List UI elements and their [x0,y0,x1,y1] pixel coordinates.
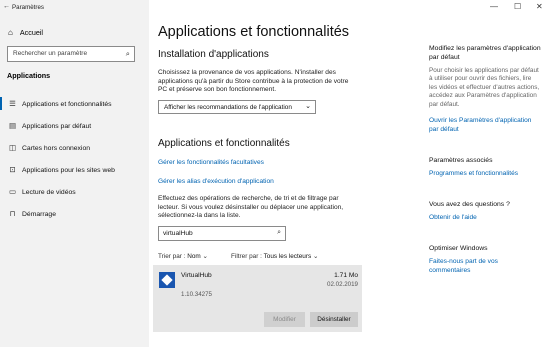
settings-search-input[interactable]: Rechercher un paramètre ⌕ [7,46,135,62]
web-apps-icon: ⊡ [9,165,16,174]
app-alias-link[interactable]: Gérer les alias d'exécution d'applicatio… [158,178,274,185]
app-install-date: 02.02.2019 [327,281,358,288]
app-list-item[interactable]: VirtualHub 1.10.34275 1.71 Mo 02.02.2019… [153,265,362,332]
sidebar-item-label: Applications et fonctionnalités [22,100,112,108]
map-icon: ◫ [8,143,17,152]
sort-dropdown[interactable]: Trier par : Nom ⌄ [158,252,208,260]
close-button[interactable]: ✕ [536,2,543,11]
sidebar-item-label: Applications par défaut [22,122,92,130]
sidebar-nav: ☰ Applications et fonctionnalités ▤ Appl… [0,93,149,225]
page-title: Applications et fonctionnalités [158,24,350,40]
app-name: VirtualHub [181,272,212,279]
search-placeholder: Rechercher un paramètre [13,50,88,57]
default-apps-link[interactable]: Ouvrir les Paramètres d'application par … [429,117,541,134]
install-description: Choisissez la provenance de vos applicat… [158,69,349,94]
search-icon: ⌕ [125,49,130,58]
get-help-link[interactable]: Obtenir de l'aide [429,214,541,223]
startup-icon: ⊓ [9,209,16,218]
sidebar-item-video-playback[interactable]: ▭ Lecture de vidéos [0,181,149,203]
minimize-button[interactable]: — [490,2,498,11]
apps-heading: Applications et fonctionnalités [158,138,290,149]
search-icon: ⌕ [277,229,281,236]
virtualhub-app-icon [159,272,175,288]
filter-drive-dropdown[interactable]: Filtrer par : Tous les lecteurs ⌄ [231,252,318,260]
list-icon: ☰ [9,99,16,108]
sidebar-item-apps-features[interactable]: ☰ Applications et fonctionnalités [0,93,149,115]
sidebar-item-label: Cartes hors connexion [22,144,91,152]
video-icon: ▭ [8,187,17,196]
install-source-dropdown[interactable]: Afficher les recommandations de l'applic… [158,100,316,114]
app-search-value: virtualHub [163,230,193,237]
chevron-down-icon: ⌄ [202,253,208,260]
default-apps-heading: Modifiez les paramètres d'application pa… [429,45,541,61]
back-arrow-icon[interactable]: ← [3,3,10,10]
sidebar-item-label: Lecture de vidéos [22,188,76,196]
home-label: Accueil [19,28,44,37]
sort-label: Trier par : [158,253,186,260]
maximize-button[interactable]: ☐ [514,2,521,11]
chevron-down-icon: ⌄ [305,103,311,110]
filter-drive-value: Tous les lecteurs [263,253,312,260]
chevron-down-icon: ⌄ [312,253,319,260]
uninstall-button[interactable]: Désinstaller [310,312,358,327]
sort-value: Nom [187,253,201,260]
apps-description: Effectuez des opérations de recherche, d… [158,195,344,220]
install-heading: Installation d'applications [158,49,269,60]
home-nav-item[interactable]: ⌂ Accueil [8,28,43,37]
modify-button[interactable]: Modifier [264,312,305,327]
window-title: Paramètres [12,4,44,11]
section-label: Applications [7,71,51,80]
sidebar-item-startup[interactable]: ⊓ Démarrage [0,203,149,225]
sidebar-item-label: Applications pour les sites web [22,166,115,174]
default-apps-icon: ▤ [8,121,17,130]
app-search-input[interactable]: virtualHub ⌕ [158,226,286,241]
app-size: 1.71 Mo [334,272,358,279]
questions-heading: Vous avez des questions ? [429,201,510,208]
sidebar-item-label: Démarrage [22,210,56,218]
default-apps-description: Pour choisir les applications par défaut… [429,67,540,108]
related-settings-heading: Paramètres associés [429,157,493,164]
sidebar-item-web-apps[interactable]: ⊡ Applications pour les sites web [0,159,149,181]
optional-features-link[interactable]: Gérer les fonctionnalités facultatives [158,159,264,166]
home-icon: ⌂ [8,28,13,37]
install-source-value: Afficher les recommandations de l'applic… [164,104,292,111]
programs-features-link[interactable]: Programmes et fonctionnalités [429,170,541,179]
sidebar-item-offline-maps[interactable]: ◫ Cartes hors connexion [0,137,149,159]
sidebar-item-default-apps[interactable]: ▤ Applications par défaut [0,115,149,137]
sidebar: ← Paramètres ⌂ Accueil Rechercher un par… [0,0,149,347]
app-version: 1.10.34275 [181,291,212,298]
optimize-windows-heading: Optimiser Windows [429,245,488,252]
filter-label: Filtrer par : [231,253,262,260]
feedback-link[interactable]: Faites-nous part de vos commentaires [429,258,541,275]
